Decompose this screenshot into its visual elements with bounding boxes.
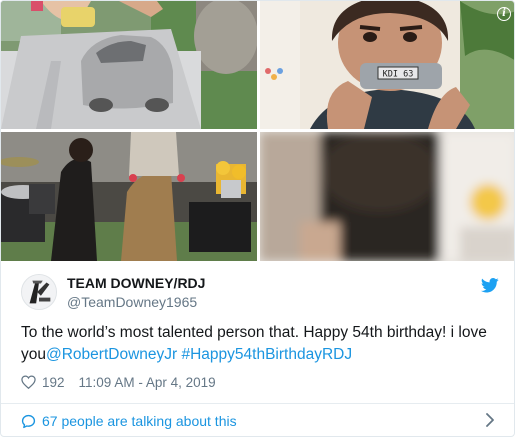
blurry-closeup-photo [260,132,514,261]
tweet-meta: 192 11:09 AM - Apr 4, 2019 [21,372,216,392]
band-stage-photo [1,132,257,261]
media-photo-4[interactable] [260,132,514,261]
hashtag-link[interactable]: #Happy54thBirthdayRDJ [181,346,352,363]
twitter-bird-icon[interactable] [481,278,499,293]
divider [1,403,514,404]
media-photo-1[interactable] [1,1,257,129]
tweet-card: KDI 63 i TEAM DOWNEY/RDJ @TeamDowney1965… [0,0,515,437]
tweet-text: To the world’s most talented person that… [21,322,491,366]
man-eating-cake-photo: KDI 63 [260,1,514,129]
heart-icon[interactable] [21,375,36,389]
tweet-header: TEAM DOWNEY/RDJ @TeamDowney1965 [21,274,501,314]
conversation-link[interactable]: 67 people are talking about this [21,410,501,432]
info-icon[interactable]: i [497,7,511,21]
chevron-right-icon[interactable] [485,413,495,427]
speech-bubble-icon [21,414,36,428]
author-handle[interactable]: @TeamDowney1965 [67,294,197,310]
author-name[interactable]: TEAM DOWNEY/RDJ [67,275,205,291]
talking-label: 67 people are talking about this [42,413,237,429]
mention-link[interactable]: @RobertDowneyJr [46,346,177,363]
timestamp[interactable]: 11:09 AM - Apr 4, 2019 [79,375,216,390]
media-grid: KDI 63 i [1,1,514,261]
media-photo-3[interactable] [1,132,257,261]
avatar-image [22,275,56,309]
car-cake-photo [1,1,257,129]
plate-text: KDI 63 [383,70,414,80]
avatar[interactable] [21,274,57,310]
like-count: 192 [42,374,65,390]
media-photo-2[interactable]: KDI 63 i [260,1,514,129]
